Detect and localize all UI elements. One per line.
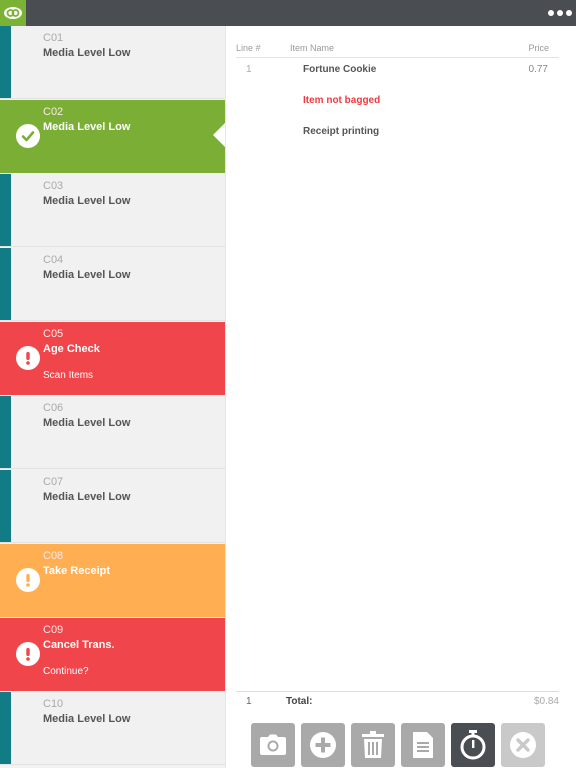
add-button[interactable]	[301, 723, 345, 767]
document-button[interactable]	[401, 723, 445, 767]
document-icon	[413, 732, 433, 758]
lane-code: C07	[43, 476, 64, 488]
lane-list: C01 Media Level Low C02 Media Level Low …	[0, 26, 225, 768]
lane-subtitle: Scan Items	[43, 370, 94, 381]
lane-code: C05	[43, 328, 64, 340]
lane-code: C03	[43, 180, 64, 192]
top-bar	[0, 0, 576, 26]
lane-code: C10	[43, 698, 64, 710]
camera-icon	[260, 734, 286, 755]
lane-item-c09[interactable]: C09 Cancel Trans. Continue?	[0, 618, 225, 691]
lane-status-stripe	[0, 692, 11, 764]
stopwatch-icon	[460, 730, 486, 760]
row-item-name: Fortune Cookie	[303, 64, 377, 75]
lane-code: C01	[43, 32, 64, 44]
lane-item-c03[interactable]: C03 Media Level Low	[0, 174, 225, 247]
lane-title: Age Check	[43, 343, 100, 355]
lane-title: Cancel Trans.	[43, 639, 115, 651]
total-count: 1	[246, 696, 252, 707]
lane-title: Media Level Low	[43, 417, 131, 429]
row-status-message: Receipt printing	[303, 126, 380, 137]
close-circle-icon	[510, 732, 536, 758]
timer-button[interactable]	[451, 723, 495, 767]
lane-title: Media Level Low	[43, 491, 131, 503]
lane-title: Media Level Low	[43, 713, 131, 725]
lane-subtitle: Continue?	[43, 666, 89, 677]
lane-code: C02	[43, 106, 64, 118]
column-header-item: Item Name	[290, 43, 335, 53]
lane-item-c10[interactable]: C10 Media Level Low	[0, 692, 225, 765]
lane-status-stripe	[0, 396, 11, 468]
selection-pointer	[213, 123, 225, 147]
lane-status-stripe	[0, 174, 11, 246]
lane-status-stripe	[0, 470, 11, 542]
exclamation-circle-icon	[16, 642, 40, 666]
receipt-row[interactable]: 1 Fortune Cookie 0.77	[236, 64, 559, 80]
lane-code: C06	[43, 402, 64, 414]
lane-item-c08[interactable]: C08 Take Receipt	[0, 544, 225, 617]
cancel-button[interactable]	[501, 723, 545, 767]
row-alert-message: Item not bagged	[303, 95, 381, 106]
total-label: Total:	[286, 696, 313, 707]
lane-item-c01[interactable]: C01 Media Level Low	[0, 26, 225, 99]
plus-circle-icon	[310, 732, 336, 758]
camera-button[interactable]	[251, 723, 295, 767]
row-price: 0.77	[528, 64, 548, 75]
total-bar: 1 Total: $0.84	[236, 691, 559, 709]
lane-status-stripe	[0, 26, 11, 98]
column-header-line: Line #	[236, 43, 261, 53]
lane-item-c04[interactable]: C04 Media Level Low	[0, 248, 225, 321]
action-toolbar	[251, 723, 551, 767]
exclamation-circle-icon	[16, 346, 40, 370]
row-line-number: 1	[246, 64, 252, 75]
column-header-price: Price	[528, 43, 549, 53]
total-value: $0.84	[533, 696, 559, 707]
link-logo-icon[interactable]	[0, 0, 26, 26]
lane-title: Media Level Low	[43, 269, 131, 281]
receipt-panel: Line # Item Name Price 1 Fortune Cookie …	[225, 26, 576, 768]
lane-title: Take Receipt	[43, 565, 111, 577]
exclamation-circle-icon	[16, 568, 40, 592]
receipt-header: Line # Item Name Price	[236, 42, 559, 58]
lane-item-c05[interactable]: C05 Age Check Scan Items	[0, 322, 225, 395]
delete-button[interactable]	[351, 723, 395, 767]
trash-icon	[362, 731, 384, 758]
lane-code: C04	[43, 254, 64, 266]
receipt-row: Receipt printing	[236, 126, 559, 142]
lane-code: C09	[43, 624, 64, 636]
more-dots-icon[interactable]	[548, 6, 572, 20]
lane-title: Media Level Low	[43, 121, 131, 133]
lane-title: Media Level Low	[43, 47, 131, 59]
lane-title: Media Level Low	[43, 195, 131, 207]
lane-status-stripe	[0, 248, 11, 320]
lane-item-c02[interactable]: C02 Media Level Low	[0, 100, 225, 173]
lane-item-c06[interactable]: C06 Media Level Low	[0, 396, 225, 469]
lane-item-c07[interactable]: C07 Media Level Low	[0, 470, 225, 543]
lane-code: C08	[43, 550, 64, 562]
receipt-row: Item not bagged	[236, 95, 559, 111]
check-circle-icon	[16, 124, 40, 148]
